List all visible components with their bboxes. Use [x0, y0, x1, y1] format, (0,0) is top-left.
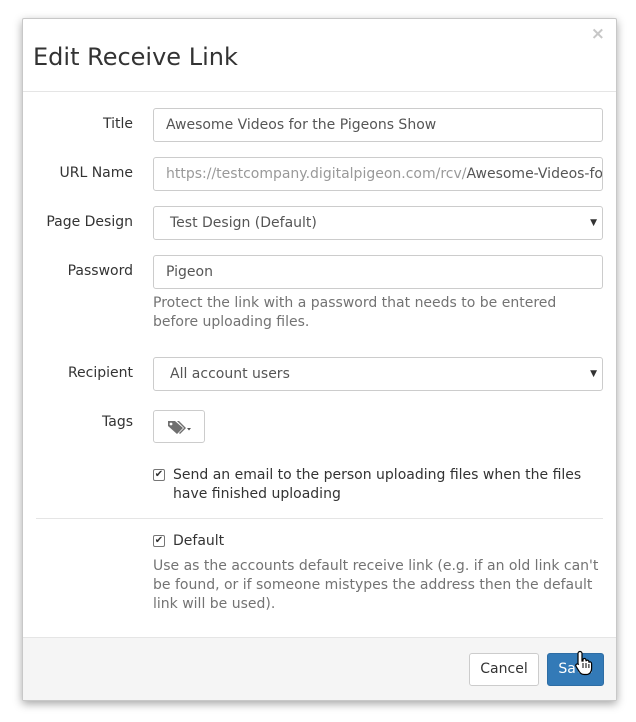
email-notify-row: ✔ Send an email to the person uploading … — [153, 466, 603, 504]
url-name-label: URL Name — [59, 165, 133, 181]
chevron-down-icon: ▼ — [590, 218, 597, 228]
recipient-selected: All account users — [170, 366, 290, 382]
title-input[interactable]: Awesome Videos for the Pigeons Show — [153, 108, 603, 142]
title-input-value: Awesome Videos for the Pigeons Show — [166, 117, 437, 133]
dialog-footer: Cancel Save — [23, 637, 616, 700]
page-design-select[interactable]: Test Design (Default) ▼ — [153, 206, 603, 240]
close-icon[interactable]: × — [591, 26, 605, 43]
default-help-text: Use as the accounts default receive link… — [153, 558, 599, 612]
chevron-down-icon: ▼ — [590, 369, 597, 379]
section-divider — [36, 518, 603, 519]
page-design-selected: Test Design (Default) — [170, 215, 317, 231]
password-label: Password — [67, 263, 133, 279]
page-design-label: Page Design — [46, 214, 133, 230]
url-name-value: Awesome-Videos-for-t — [466, 166, 603, 182]
email-notify-label: Send an email to the person uploading fi… — [173, 467, 582, 502]
url-prefix: https://testcompany.digitalpigeon.com/rc… — [166, 166, 467, 182]
recipient-select[interactable]: All account users ▼ — [153, 357, 603, 391]
tags-label: Tags — [102, 414, 133, 430]
url-name-input[interactable]: https://testcompany.digitalpigeon.com/rc… — [153, 157, 603, 191]
recipient-label: Recipient — [67, 365, 133, 381]
default-checkbox[interactable]: ✔ — [153, 535, 165, 547]
email-notify-checkbox[interactable]: ✔ — [153, 469, 165, 481]
password-help-text: Protect the link with a password that ne… — [153, 295, 557, 330]
password-input[interactable]: Pigeon — [153, 255, 603, 289]
hand-pointer-icon — [575, 650, 593, 676]
cancel-button[interactable]: Cancel — [469, 653, 539, 686]
dialog-title: Edit Receive Link — [33, 43, 238, 71]
edit-receive-link-dialog: × Edit Receive Link Title Awesome Videos… — [22, 18, 617, 701]
tags-dropdown-button[interactable] — [153, 410, 205, 443]
password-value: Pigeon — [166, 264, 213, 280]
default-label: Default — [173, 533, 225, 549]
header-divider — [23, 91, 616, 92]
default-row: ✔ Default — [153, 532, 603, 551]
title-label: Title — [102, 116, 133, 132]
tags-icon — [168, 420, 191, 434]
